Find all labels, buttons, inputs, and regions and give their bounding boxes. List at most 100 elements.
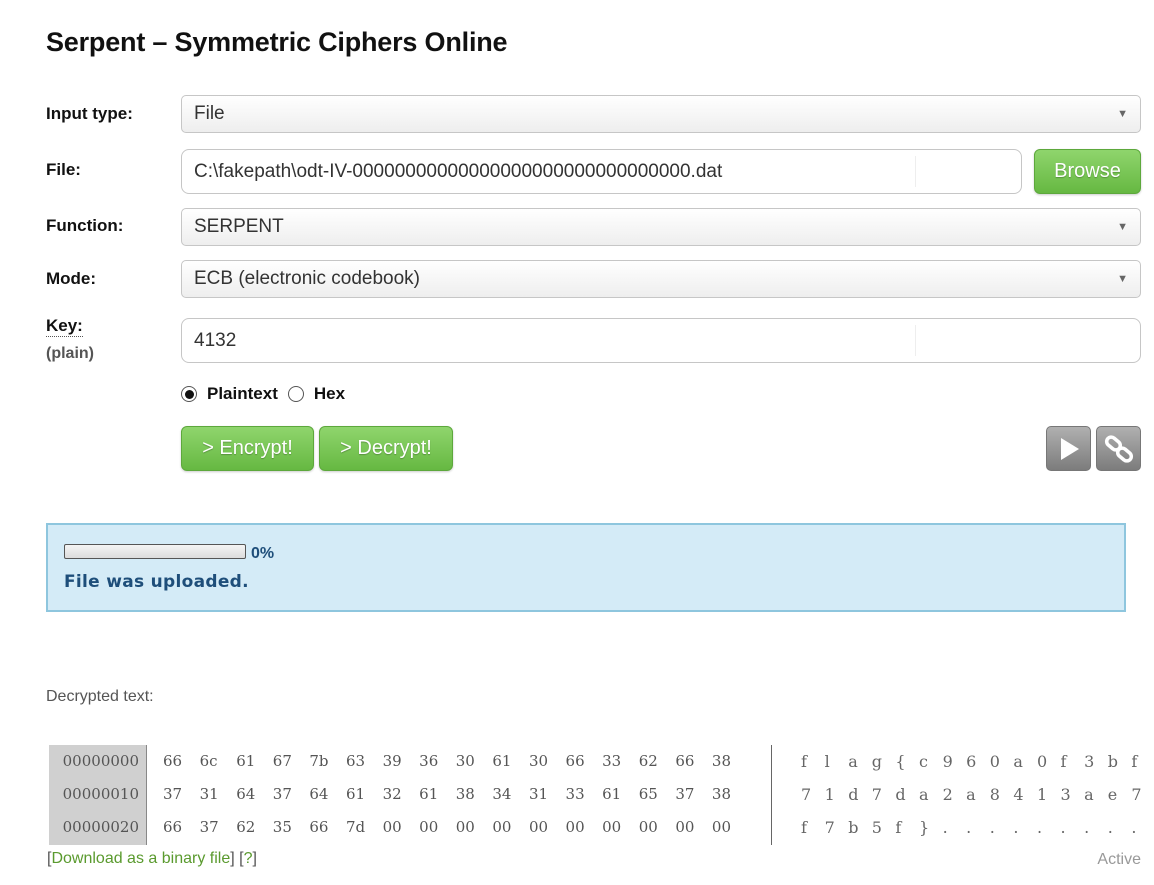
hex-byte: 36 — [419, 752, 439, 770]
hex-char: 7 — [871, 785, 882, 804]
hex-byte: 65 — [638, 785, 658, 803]
plaintext-radio-label[interactable]: Plaintext — [207, 384, 278, 404]
hex-byte: 35 — [272, 818, 292, 836]
hex-byte-row: 66 6c 61 67 7b 63 39 36 30 61 30 66 33 62 66 38 — [163, 745, 749, 778]
play-icon — [1060, 437, 1079, 460]
state-label: Active — [1097, 851, 1141, 868]
hex-char: 8 — [989, 785, 1000, 804]
hex-char: f — [801, 752, 807, 771]
mode-select[interactable]: ECB (electronic codebook) ▼ — [181, 260, 1141, 298]
hex-offset: 00000010 — [62, 785, 139, 803]
plaintext-radio[interactable] — [181, 386, 197, 402]
hex-byte: 61 — [419, 785, 439, 803]
hex-byte: 66 — [309, 818, 329, 836]
hex-char: f — [801, 818, 807, 837]
hex-byte: 00 — [565, 818, 585, 836]
hex-char: . — [966, 818, 972, 837]
hex-byte: 7d — [345, 818, 366, 836]
hex-byte: 00 — [455, 818, 475, 836]
hex-chars-column: flag{c960a0f3bf871d7da2a8413ae78f7b5f}..… — [801, 745, 1154, 844]
hex-byte: 66 — [163, 752, 183, 770]
hex-byte: 00 — [602, 818, 622, 836]
hex-char: . — [1013, 818, 1019, 837]
hex-byte: 37 — [272, 785, 292, 803]
decrypted-text-title: Decrypted text: — [46, 688, 154, 705]
hex-char: . — [942, 818, 948, 837]
hex-char: g — [871, 752, 883, 771]
hex-byte: 31 — [528, 785, 549, 803]
hex-byte: 61 — [602, 785, 622, 803]
hex-char: l — [824, 752, 830, 771]
hex-char: 7 — [801, 785, 812, 804]
progress-percent: 0% — [251, 545, 275, 562]
hex-char: e — [1107, 785, 1118, 804]
input-type-select[interactable]: File ▼ — [181, 95, 1141, 133]
input-type-value: File — [194, 103, 225, 124]
hex-char: 0 — [1036, 752, 1048, 771]
hex-byte: 34 — [492, 785, 512, 803]
hex-char: . — [1060, 818, 1066, 837]
hex-char: } — [918, 818, 930, 837]
hex-byte: 63 — [345, 752, 366, 770]
hex-byte: 61 — [492, 752, 512, 770]
hex-char: a — [1084, 785, 1094, 804]
hex-byte: 38 — [711, 752, 731, 770]
page-title: Serpent – Symmetric Ciphers Online — [46, 27, 508, 57]
upload-status-box: 0% File was uploaded. — [46, 523, 1126, 612]
hex-byte: 00 — [675, 818, 695, 836]
download-links: [Download as a binary file] [?] — [47, 850, 257, 867]
hex-byte: 38 — [711, 785, 731, 803]
encrypt-button[interactable]: > Encrypt! — [181, 426, 314, 471]
hex-char: 1 — [1036, 785, 1048, 804]
hex-char: . — [1036, 818, 1043, 837]
hex-byte: 31 — [199, 785, 219, 803]
hex-byte: 66 — [163, 818, 183, 836]
hex-char: . — [1084, 818, 1090, 837]
hex-byte: 00 — [638, 818, 658, 836]
hex-byte: 32 — [382, 785, 402, 803]
download-binary-link[interactable]: Download as a binary file — [51, 850, 230, 867]
link-icon — [1104, 434, 1133, 463]
decrypt-button[interactable]: > Decrypt! — [319, 426, 453, 471]
mode-label: Mode: — [46, 269, 97, 288]
function-value: SERPENT — [194, 216, 284, 237]
hex-byte-row: 37 31 64 37 64 61 32 61 38 34 31 33 61 65 37 38 — [163, 778, 749, 811]
hex-byte: 00 — [419, 818, 439, 836]
hex-byte: 30 — [528, 752, 549, 770]
hex-char: 5 — [871, 818, 882, 837]
hex-char: f — [1131, 752, 1138, 771]
hex-char: a — [1013, 752, 1023, 771]
key-sublabel: (plain) — [46, 345, 94, 362]
hex-byte: 33 — [602, 752, 622, 770]
key-input[interactable]: 4132 — [181, 318, 1141, 363]
hex-char: . — [989, 818, 995, 837]
hex-byte: 37 — [163, 785, 183, 803]
key-label: Key: — [46, 316, 83, 337]
hex-radio-label[interactable]: Hex — [314, 384, 345, 404]
hex-offset: 00000000 — [62, 752, 139, 770]
hex-char: 9 — [942, 752, 953, 771]
hex-char: 7 — [824, 818, 835, 837]
browse-button[interactable]: Browse — [1034, 149, 1141, 194]
hex-char: b — [1107, 752, 1118, 771]
hex-byte-row: 66 37 62 35 66 7d 00 00 00 00 00 00 00 00 00 00 — [163, 811, 749, 844]
play-button[interactable] — [1046, 426, 1091, 471]
file-field[interactable]: C:\fakepath\odt-IV-000000000000000000000… — [181, 149, 1022, 194]
hex-char: 1 — [824, 785, 835, 804]
hex-char: b — [848, 818, 859, 837]
link-button[interactable] — [1096, 426, 1141, 471]
hex-byte: 64 — [236, 785, 256, 803]
function-label: Function: — [46, 216, 124, 235]
upload-message: File was uploaded. — [64, 572, 249, 592]
hex-byte: 61 — [345, 785, 366, 803]
hex-char: a — [848, 752, 858, 771]
hex-char: c — [918, 752, 928, 771]
hex-char-row: f7b5f}.......... — [801, 811, 1154, 844]
hex-byte: 39 — [382, 752, 402, 770]
function-select[interactable]: SERPENT ▼ — [181, 208, 1141, 246]
hex-byte: 62 — [638, 752, 658, 770]
hex-byte: 7b — [309, 752, 329, 770]
hex-char: 3 — [1084, 752, 1095, 771]
hex-radio[interactable] — [287, 386, 304, 402]
hex-separator — [771, 745, 772, 845]
